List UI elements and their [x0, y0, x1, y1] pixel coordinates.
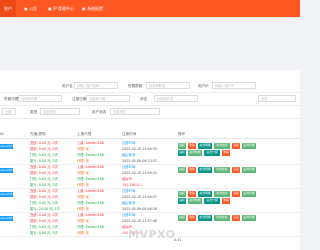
table-cell-time: 注册时间: 2025-05-19 21:09:21 最后IP: 192.168.0.1 — [122, 164, 157, 188]
action-button[interactable]: 删除 — [188, 215, 196, 221]
action-button-secondary[interactable]: 资金明细 — [188, 198, 202, 204]
header-divider — [0, 17, 300, 18]
user-id-tag[interactable]: user-001 — [0, 144, 13, 149]
nav-item-notice[interactable]: ▣ 公告 — [24, 0, 37, 17]
agent-filter-label: 所属代理 — [4, 97, 19, 101]
action-button-secondary[interactable]: 设置代理 — [204, 198, 220, 204]
table-cell-agent: 上级: kaidian168 代理: 无代理: kaidian168 代理: 无 — [77, 164, 104, 188]
action-button[interactable]: 设置代理 — [242, 191, 256, 197]
row3-select[interactable]: 全部 — [2, 108, 16, 115]
action-button[interactable]: 冻结 — [232, 191, 240, 197]
watermark-logo: MVPXO — [128, 228, 176, 241]
notice-icon: ▣ — [24, 6, 28, 11]
agent-filter-select[interactable]: 请选择代理 — [18, 95, 62, 102]
user-id-tag[interactable]: user-003 — [0, 192, 13, 197]
trailing-number: 0.41 — [174, 238, 182, 242]
table-header-divider — [0, 138, 300, 139]
nav-item-notice-label: 公告 — [29, 6, 38, 11]
column-header-money: 充值/提现 — [30, 132, 46, 136]
action-button-secondary[interactable]: 资金明细 — [188, 150, 202, 156]
register-filter-label: 注册日期 — [72, 97, 87, 101]
user-id-tag[interactable]: user-002 — [0, 168, 13, 173]
group-filter-label: 所属群组 — [128, 84, 143, 88]
action-button[interactable]: 资金明细 — [198, 167, 212, 173]
table-cell-money: 充值: 0.00 元, 0次 提现: 0.00 元, 0次 打码: 0.00 元, … — [30, 140, 58, 164]
gear-icon: ▣ — [82, 6, 86, 11]
extra-filter-select[interactable]: 全部 — [258, 95, 296, 102]
action-button[interactable]: 资金明细 — [198, 215, 212, 221]
action-button[interactable]: 编辑 — [178, 215, 186, 221]
table-cell-time: 注册时间: 2025-05-19 21:46:33 最后登录: 2025-05-08 … — [122, 140, 157, 164]
status-filter-label: 状态 — [140, 97, 148, 101]
ip-filter-label: 用户IP — [198, 84, 209, 88]
filter-divider-3 — [0, 118, 300, 119]
table-cell-money: 充值: 0.00 元, 0次 提现: 0.00 元, 0次 打码: 0.00 元, … — [30, 164, 58, 188]
table-cell-money: 充值: 0.00 元, 0次 提现: 0.00 元, 0次 打码: 0.00 元, … — [30, 212, 58, 236]
action-button[interactable]: 资金明细 — [198, 191, 212, 197]
action-button[interactable]: 资金明细 — [198, 143, 212, 149]
action-button[interactable]: 修改密码 — [214, 215, 230, 221]
nav-item-system-label: 系统配置 — [87, 6, 104, 11]
action-button[interactable]: 冻结 — [232, 215, 240, 221]
action-button[interactable]: 删除 — [188, 167, 196, 173]
action-button[interactable]: 修改密码 — [214, 143, 230, 149]
column-header-actions: 操作 — [178, 132, 186, 136]
action-button[interactable]: 设置代理 — [242, 143, 256, 149]
register-filter-input[interactable]: 请选择日期 — [86, 95, 130, 102]
top-navigation-bar — [0, 0, 300, 17]
action-button[interactable]: 删除 — [188, 191, 196, 197]
nav-item-ip-center[interactable]: ▣ IP 管理中心 — [48, 0, 74, 17]
action-button[interactable]: 设置代理 — [242, 167, 256, 173]
action-button[interactable]: 删除 — [188, 143, 196, 149]
type-filter-select[interactable]: 全部类型 — [40, 108, 80, 115]
action-button-secondary[interactable]: 删除 — [222, 198, 230, 204]
nav-item-account-label: 账户 — [4, 6, 12, 11]
nav-item-account[interactable]: 账户 — [0, 0, 16, 17]
table-cell-agent: 上级: kaidian168 代理: 无代理: kaidian168 代理: 无 — [77, 140, 104, 164]
nav-item-system[interactable]: ▣ 系统配置 — [82, 0, 103, 17]
action-button-secondary[interactable]: 设置代理 — [204, 150, 220, 156]
action-button[interactable]: 冻结 — [232, 167, 240, 173]
filter-divider-2 — [0, 105, 300, 106]
table-cell-agent: 上级: kaidian168 代理: 无代理: kaidian168 代理: 无 — [77, 212, 104, 236]
action-button[interactable]: 修改密码 — [214, 191, 230, 197]
time-filter-label: 用户状态 — [92, 110, 107, 114]
action-button[interactable]: 编辑 — [178, 143, 186, 149]
nav-item-ip-label: IP 管理中心 — [53, 6, 74, 11]
action-button[interactable]: 编辑 — [178, 191, 186, 197]
ip-icon: ▣ — [48, 6, 52, 11]
action-button-secondary[interactable]: 删除 — [222, 150, 230, 156]
action-button[interactable]: 冻结 — [232, 143, 240, 149]
column-header-agent: 上报代理 — [77, 132, 92, 136]
account-filter-label: 用户名 — [62, 84, 73, 88]
action-button[interactable]: 设置代理 — [242, 215, 256, 221]
account-filter-input[interactable]: 请输入账户名称 — [74, 82, 118, 89]
column-header-id: ID — [0, 132, 4, 136]
user-id-tag[interactable]: user-004 — [0, 216, 13, 221]
table-cell-money: 充值: 0.00 元, 0次 提现: 0.00 元, 0次 打码: 0.00 元, … — [30, 188, 60, 212]
ip-filter-input[interactable]: 请输入用户IP — [212, 82, 256, 89]
action-button[interactable]: 编辑 — [178, 167, 186, 173]
action-button-secondary[interactable]: 编辑 — [178, 150, 186, 156]
type-filter-label: 类型 — [30, 110, 38, 114]
filter-divider — [0, 92, 300, 93]
group-filter-select[interactable]: 请选择群组 — [146, 82, 190, 89]
action-button-secondary[interactable]: 编辑 — [178, 198, 186, 204]
action-button[interactable]: 修改密码 — [214, 167, 230, 173]
column-header-time: 注册时间 — [122, 132, 137, 136]
time-filter-select[interactable]: 全部状态 — [110, 108, 160, 115]
table-cell-time: 注册时间: 2025-05-19 21:46:57 最后登录: 2025-05-09 … — [122, 188, 157, 212]
status-filter-select[interactable]: 请选择状态 — [154, 95, 198, 102]
table-cell-agent: 上级: kaidian168 代理: 无代理: kaidian168 代理: 无 — [77, 188, 104, 212]
